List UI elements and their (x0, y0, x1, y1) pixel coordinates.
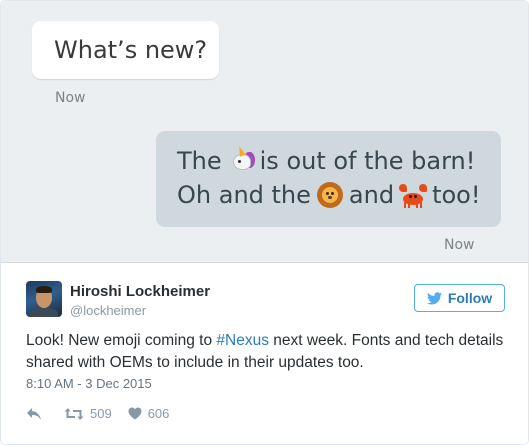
incoming-message-text: What’s new? (54, 36, 208, 64)
reply-icon (27, 407, 41, 420)
lion-emoji (315, 180, 345, 210)
reply-button[interactable] (26, 407, 48, 421)
retweet-count: 509 (90, 406, 112, 421)
heart-icon (128, 407, 142, 420)
follow-button[interactable]: Follow (414, 284, 505, 312)
outgoing-text-barn: is out of the barn! (259, 147, 476, 175)
author-name[interactable]: Hiroshi Lockheimer (70, 283, 210, 300)
tweet-timestamp[interactable]: 8:10 AM - 3 Dec 2015 (26, 376, 152, 391)
tweet-actions: 509 606 (26, 406, 185, 421)
retweet-icon (64, 407, 84, 420)
tweet-body: Hiroshi Lockheimer @lockheimer Follow Lo… (1, 264, 528, 444)
twitter-bird-icon (426, 291, 442, 304)
embedded-chat-image[interactable]: What’s new? Now The is out of the barn! … (1, 1, 528, 263)
like-count: 606 (147, 406, 170, 421)
unicorn-emoji (226, 145, 256, 176)
tweet-card: What’s new? Now The is out of the barn! … (0, 0, 529, 445)
tweet-text-before: Look! New emoji coming to (26, 332, 217, 349)
like-button[interactable]: 606 (128, 406, 170, 421)
avatar[interactable] (26, 281, 62, 317)
outgoing-line-1: The is out of the barn! (177, 144, 501, 178)
retweet-button[interactable]: 509 (64, 406, 112, 421)
follow-button-label: Follow (447, 290, 493, 306)
incoming-message-bubble: What’s new? (32, 21, 219, 79)
incoming-message-time: Now (55, 90, 86, 106)
crab-emoji (398, 180, 428, 210)
outgoing-text-too: too! (432, 181, 481, 209)
outgoing-text-the: The (177, 147, 222, 175)
hashtag-link[interactable]: #Nexus (216, 332, 269, 349)
outgoing-text-and: and (348, 181, 395, 209)
outgoing-message-time: Now (444, 237, 475, 253)
author-handle[interactable]: @lockheimer (70, 303, 146, 318)
tweet-text: Look! New emoji coming to #Nexus next we… (26, 330, 506, 374)
outgoing-message-bubble: The is out of the barn! Oh and the and t… (156, 131, 501, 227)
